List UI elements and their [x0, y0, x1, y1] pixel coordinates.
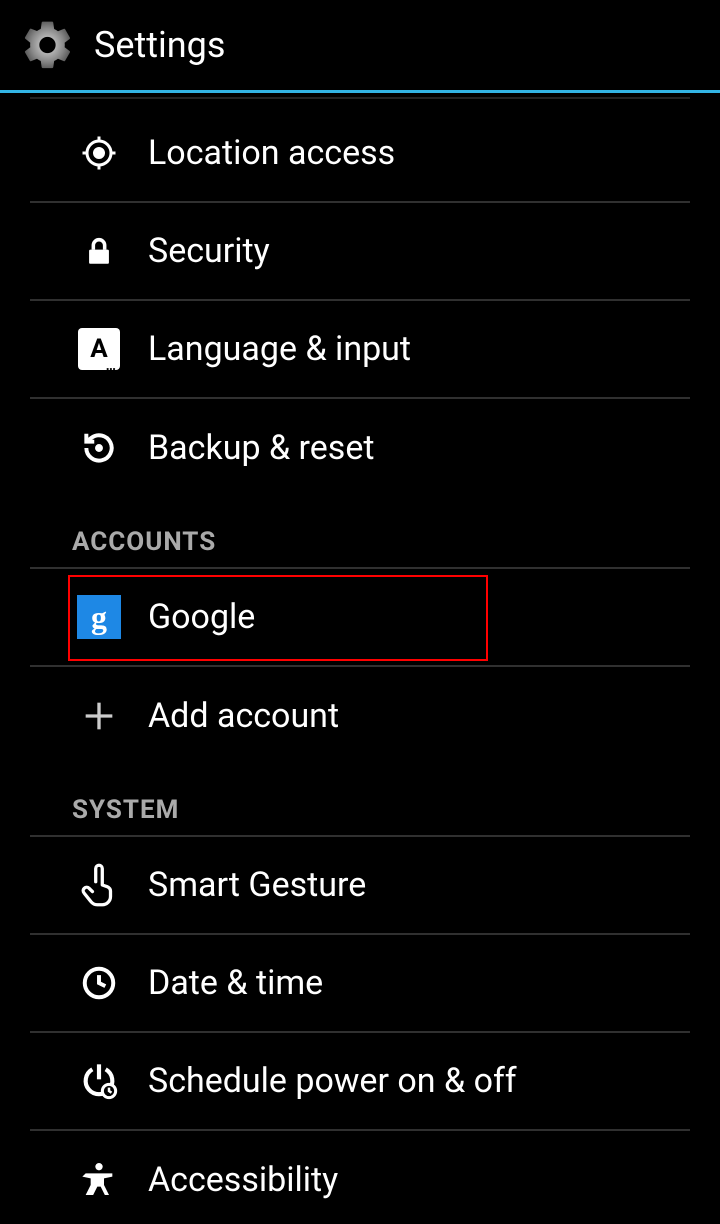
- item-label: Backup & reset: [148, 428, 375, 468]
- power-schedule-icon: [74, 1056, 124, 1106]
- item-date-time[interactable]: Date & time: [30, 935, 690, 1033]
- gesture-icon: [74, 860, 124, 910]
- accessibility-icon: [74, 1155, 124, 1205]
- section-header-accounts: ACCOUNTS: [30, 497, 690, 569]
- item-location-access[interactable]: Location access: [30, 105, 690, 203]
- item-google-account[interactable]: g Google: [30, 569, 690, 667]
- item-label: Language & input: [148, 329, 411, 369]
- item-add-account[interactable]: Add account: [30, 667, 690, 765]
- item-label: Schedule power on & off: [148, 1061, 517, 1101]
- item-language-input[interactable]: A Language & input: [30, 301, 690, 399]
- item-label: Accessibility: [148, 1160, 338, 1200]
- backup-icon: [74, 423, 124, 473]
- clock-icon: [74, 958, 124, 1008]
- divider: [30, 97, 690, 99]
- item-label: Date & time: [148, 963, 323, 1003]
- item-backup-reset[interactable]: Backup & reset: [30, 399, 690, 497]
- section-header-system: SYSTEM: [30, 765, 690, 837]
- item-label: Security: [148, 231, 270, 271]
- item-label: Smart Gesture: [148, 865, 366, 905]
- item-security[interactable]: Security: [30, 203, 690, 301]
- accent-divider: [0, 90, 720, 93]
- gear-icon: [20, 17, 76, 73]
- lock-icon: [74, 226, 124, 276]
- item-label: Add account: [148, 696, 339, 736]
- item-label: Google: [148, 597, 255, 637]
- plus-icon: [74, 691, 124, 741]
- app-header: Settings: [0, 0, 720, 90]
- settings-list: Location access Security A Language & in…: [0, 105, 720, 1224]
- highlight-box: [68, 575, 488, 661]
- language-icon: A: [74, 324, 124, 374]
- location-icon: [74, 128, 124, 178]
- item-label: Location access: [148, 133, 395, 173]
- page-title: Settings: [94, 24, 225, 66]
- item-smart-gesture[interactable]: Smart Gesture: [30, 837, 690, 935]
- item-schedule-power[interactable]: Schedule power on & off: [30, 1033, 690, 1131]
- google-icon: g: [74, 592, 124, 642]
- item-accessibility[interactable]: Accessibility: [30, 1131, 690, 1224]
